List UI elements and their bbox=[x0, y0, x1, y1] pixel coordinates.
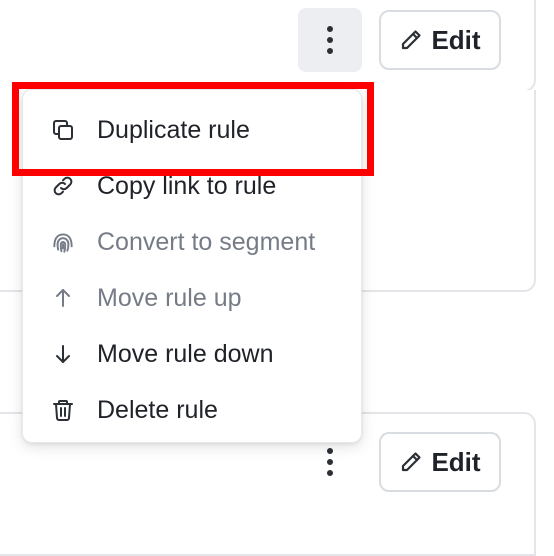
more-vertical-icon bbox=[327, 26, 333, 54]
edit-rule-button[interactable]: Edit bbox=[379, 10, 501, 70]
pencil-icon bbox=[402, 452, 422, 472]
menu-item-label: Move rule down bbox=[97, 339, 274, 368]
menu-item-label: Move rule up bbox=[97, 283, 242, 312]
pencil-icon bbox=[402, 30, 422, 50]
menu-item-move-rule-down[interactable]: Move rule down bbox=[23, 326, 361, 382]
menu-item-label: Duplicate rule bbox=[97, 115, 250, 144]
menu-item-convert-to-segment[interactable]: Convert to segment bbox=[23, 214, 361, 270]
edit-rule-button[interactable]: Edit bbox=[379, 432, 501, 492]
menu-item-label: Convert to segment bbox=[97, 227, 316, 256]
arrow-up-icon bbox=[49, 284, 77, 312]
link-icon bbox=[49, 172, 77, 200]
menu-item-label: Copy link to rule bbox=[97, 171, 277, 200]
more-vertical-icon bbox=[327, 448, 333, 476]
copy-icon bbox=[49, 116, 77, 144]
menu-item-move-rule-up[interactable]: Move rule up bbox=[23, 270, 361, 326]
menu-item-duplicate-rule[interactable]: Duplicate rule bbox=[23, 102, 361, 158]
rule-actions-menu: Duplicate rule Copy link to rule Convert… bbox=[22, 89, 362, 443]
edit-label: Edit bbox=[431, 24, 481, 55]
edit-label: Edit bbox=[431, 446, 481, 477]
menu-item-delete-rule[interactable]: Delete rule bbox=[23, 382, 361, 438]
more-actions-button[interactable] bbox=[298, 8, 362, 72]
trash-icon bbox=[49, 396, 77, 424]
arrow-down-icon bbox=[49, 340, 77, 368]
fingerprint-icon bbox=[49, 228, 77, 256]
menu-item-copy-link[interactable]: Copy link to rule bbox=[23, 158, 361, 214]
menu-item-label: Delete rule bbox=[97, 395, 218, 424]
